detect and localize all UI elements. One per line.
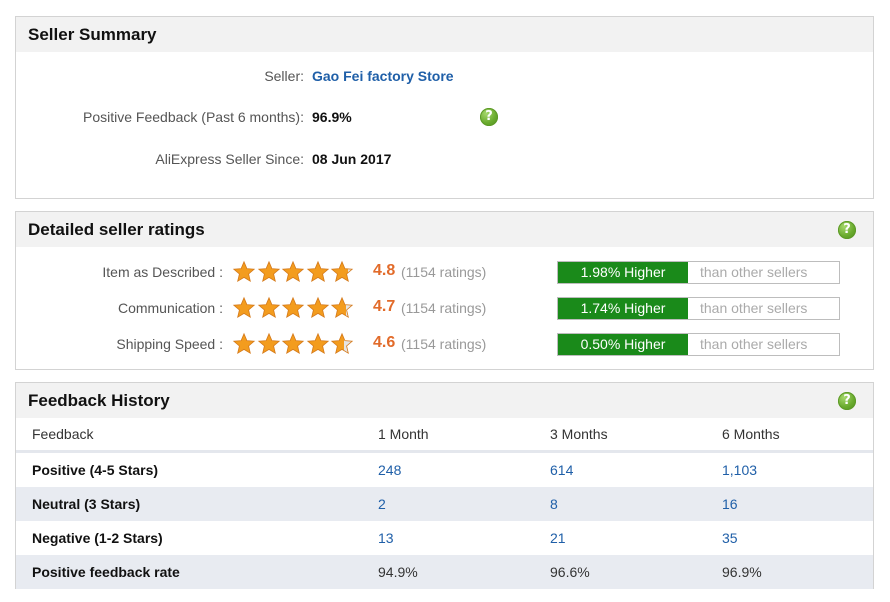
table-row: Positive feedback rate 94.9% 96.6% 96.9% [16,555,873,589]
star-icon [330,260,354,283]
detailed-ratings-panel: Detailed seller ratings ? Item as Descri… [15,211,874,370]
table-cell-link[interactable]: 614 [534,452,706,488]
star-icon [257,296,280,319]
seller-name-link[interactable]: Gao Fei factory Store [312,68,454,84]
feedback-history-title: Feedback History [28,391,170,410]
star-icon [257,332,280,355]
rating-score: 4.7 [373,298,396,315]
star-icon [281,260,305,283]
star-rating [232,332,355,356]
seller-since-value: 08 Jun 2017 [312,151,392,167]
column-header: 3 Months [534,418,706,453]
table-header-row: Feedback 1 Month 3 Months 6 Months [16,418,873,453]
table-cell-link[interactable]: 16 [706,487,873,521]
table-row: Neutral (3 Stars) 2 8 16 [16,487,873,521]
seller-summary-title: Seller Summary [28,25,157,44]
star-rating [232,296,355,320]
seller-summary-header: Seller Summary [16,17,873,52]
comparison-badge: 1.98% Higher than other sellers [557,261,840,284]
row-label: Neutral (3 Stars) [16,487,362,521]
rating-label: Item as Described : [102,264,223,280]
rating-count: (1154 ratings) [401,300,487,316]
rating-count: (1154 ratings) [401,336,487,352]
table-cell: 96.6% [534,555,706,589]
seller-since-row: AliExpress Seller Since: 08 Jun 2017 [16,151,873,171]
star-icon [232,260,256,283]
comparison-text: than other sellers [700,336,808,352]
comparison-text: than other sellers [700,300,808,316]
star-icon [306,260,329,283]
comparison-badge: 0.50% Higher than other sellers [557,333,840,356]
star-icon [232,332,256,355]
rating-row-communication: Communication : 4.7 (1154 ratings) 1.74%… [16,296,873,322]
rating-label: Shipping Speed : [116,336,223,352]
table-cell-link[interactable]: 21 [534,521,706,555]
star-icon [306,332,329,355]
rating-score: 4.6 [373,334,396,351]
star-icon [281,332,305,355]
row-label: Negative (1-2 Stars) [32,530,163,546]
table-cell-link[interactable]: 248 [362,452,534,488]
star-icon [232,296,256,319]
star-icon [257,260,280,283]
help-icon[interactable]: ? [838,221,856,239]
column-header: 6 Months [706,418,873,453]
comparison-higher: 1.98% Higher [558,262,688,283]
comparison-higher: 1.74% Higher [558,298,688,319]
feedback-history-panel: Feedback History ? Feedback 1 Month 3 Mo… [15,382,874,589]
star-rating [232,260,355,284]
comparison-text: than other sellers [700,264,808,280]
positive-feedback-row: Positive Feedback (Past 6 months): 96.9%… [16,108,873,129]
star-icon [281,296,305,319]
rating-count: (1154 ratings) [401,264,487,280]
rating-label: Communication : [117,300,223,316]
positive-feedback-value: 96.9% [312,109,352,125]
table-row: Positive (4-5 Stars) 248 614 1,103 [16,452,873,488]
table-cell: 96.9% [706,555,873,589]
help-icon[interactable]: ? [480,108,498,126]
star-icon [330,296,354,319]
rating-row-shipping-speed: Shipping Speed : 4.6 (1154 ratings) 0.50… [16,332,873,358]
row-label: Positive feedback rate [16,555,362,589]
table-cell-link[interactable]: 8 [534,487,706,521]
table-cell-link[interactable]: 2 [362,487,534,521]
seller-summary-panel: Seller Summary Seller: Gao Fei factory S… [15,16,874,199]
help-icon[interactable]: ? [838,392,856,410]
rating-score: 4.8 [373,262,396,279]
table-cell: 94.9% [362,555,534,589]
feedback-history-table: Feedback 1 Month 3 Months 6 Months Posit… [16,418,873,589]
table-cell-link[interactable]: 1,103 [706,452,873,488]
seller-row: Seller: Gao Fei factory Store [16,68,873,88]
table-row: Negative (1-2 Stars) 13 21 35 [16,521,873,555]
detailed-ratings-title: Detailed seller ratings [28,220,205,239]
positive-feedback-label: Positive Feedback (Past 6 months): [83,109,304,125]
column-header: Feedback [16,418,362,453]
seller-label: Seller: [264,68,304,84]
table-cell-link[interactable]: 35 [706,521,873,555]
comparison-higher: 0.50% Higher [558,334,688,355]
table-cell-link[interactable]: 13 [362,521,534,555]
column-header: 1 Month [362,418,534,453]
detailed-ratings-header: Detailed seller ratings ? [16,212,873,247]
star-icon [306,296,329,319]
row-label: Positive (4-5 Stars) [32,462,159,478]
seller-since-label: AliExpress Seller Since: [155,151,304,167]
rating-row-item-described: Item as Described : 4.8 (1154 ratings) 1… [16,260,873,286]
feedback-history-header: Feedback History ? [16,383,873,418]
comparison-badge: 1.74% Higher than other sellers [557,297,840,320]
star-icon [330,332,354,355]
